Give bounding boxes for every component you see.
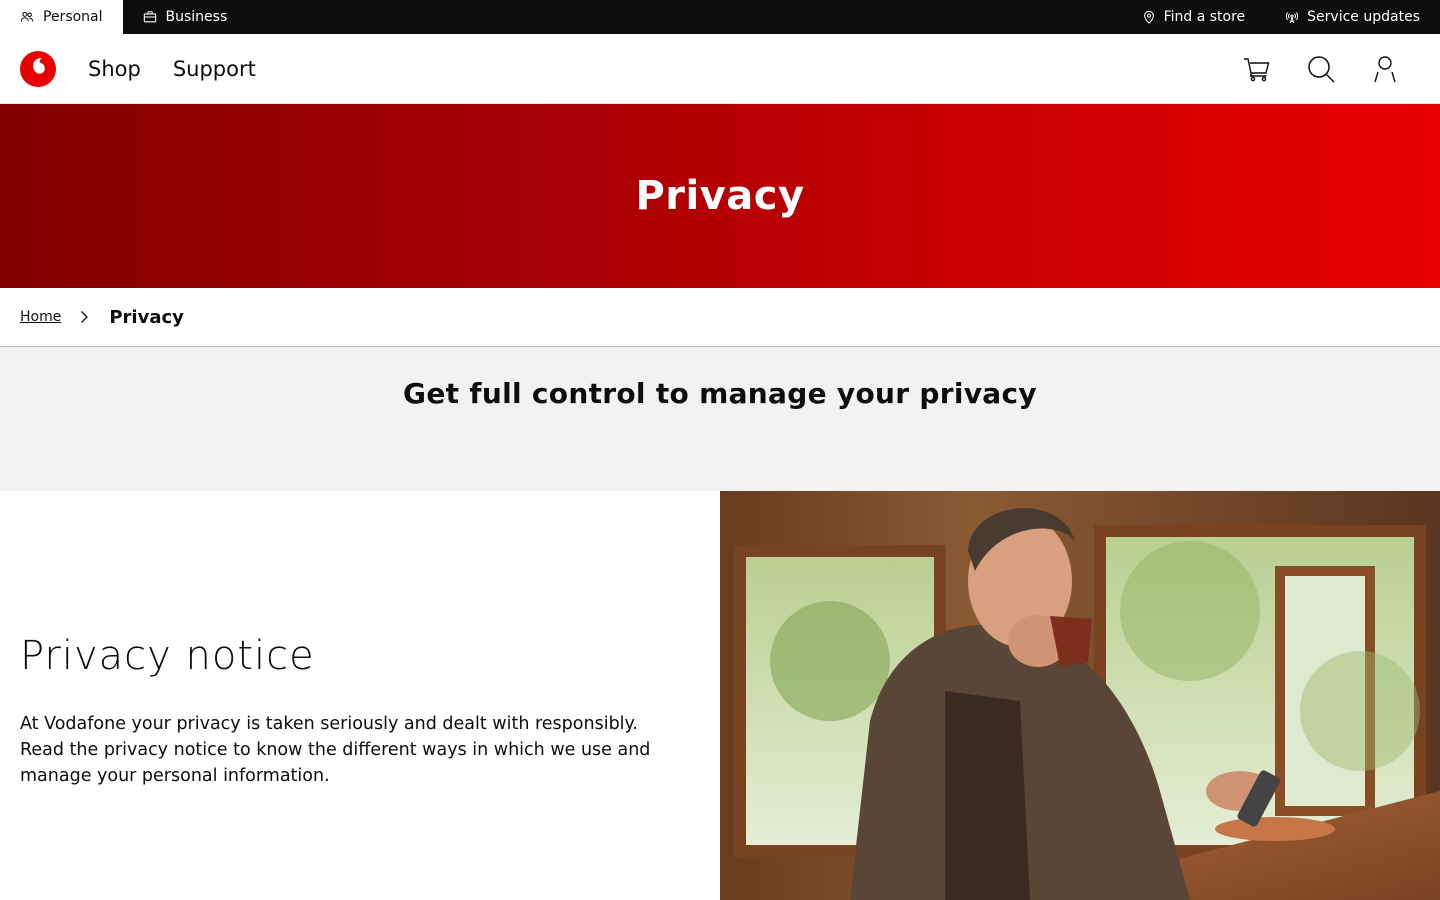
breadcrumb-home-link[interactable]: Home bbox=[20, 309, 61, 325]
segment-personal[interactable]: Personal bbox=[0, 0, 123, 34]
service-updates-label: Service updates bbox=[1307, 9, 1420, 25]
service-updates-link[interactable]: Service updates bbox=[1265, 0, 1440, 34]
find-a-store-link[interactable]: Find a store bbox=[1122, 0, 1266, 34]
search-icon bbox=[1308, 55, 1335, 83]
account-button[interactable] bbox=[1370, 54, 1400, 84]
privacy-notice-heading: Privacy notice bbox=[20, 632, 315, 679]
segment-personal-label: Personal bbox=[43, 9, 103, 25]
account-icon bbox=[1374, 55, 1396, 82]
breadcrumb: Home Privacy bbox=[0, 288, 1440, 347]
main-navigation: Shop Support bbox=[0, 34, 1440, 104]
intro-heading: Get full control to manage your privacy bbox=[403, 377, 1037, 410]
chevron-right-icon bbox=[81, 311, 89, 323]
cart-button[interactable] bbox=[1242, 54, 1272, 84]
cart-icon bbox=[1244, 57, 1270, 81]
people-icon bbox=[20, 11, 34, 22]
segment-business-label: Business bbox=[165, 9, 228, 25]
briefcase-icon bbox=[143, 11, 156, 23]
hero-title: Privacy bbox=[635, 173, 805, 219]
find-a-store-label: Find a store bbox=[1163, 9, 1246, 25]
privacy-notice-section: Privacy notice At Vodafone your privacy … bbox=[0, 491, 1440, 900]
nav-shop[interactable]: Shop bbox=[88, 57, 141, 81]
privacy-photo bbox=[720, 491, 1440, 900]
hero-banner: Privacy bbox=[0, 104, 1440, 288]
segment-business[interactable]: Business bbox=[123, 0, 248, 34]
intro-band: Get full control to manage your privacy bbox=[0, 347, 1440, 491]
man-drinking-coffee-image bbox=[720, 491, 1440, 900]
search-button[interactable] bbox=[1306, 54, 1336, 84]
privacy-notice-body: At Vodafone your privacy is taken seriou… bbox=[20, 713, 651, 786]
nav-support[interactable]: Support bbox=[173, 57, 256, 81]
signal-tower-icon bbox=[1285, 12, 1299, 24]
nav-left: Shop Support bbox=[20, 50, 288, 88]
privacy-notice-text: Privacy notice At Vodafone your privacy … bbox=[0, 491, 720, 900]
location-pin-icon bbox=[1143, 10, 1154, 24]
utility-links: Find a store Service updates bbox=[1122, 0, 1440, 34]
segment-switcher: Personal Business bbox=[0, 0, 247, 34]
top-utility-bar: Personal Business Find a store Service u… bbox=[0, 0, 1440, 34]
nav-actions bbox=[1242, 54, 1420, 84]
vodafone-logo[interactable] bbox=[20, 50, 56, 88]
breadcrumb-current: Privacy bbox=[109, 306, 184, 328]
